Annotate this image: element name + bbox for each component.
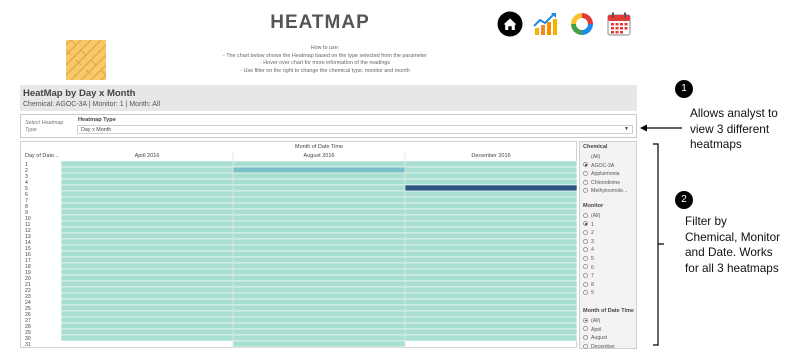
callout-line: for all 3 heatmaps [685, 260, 779, 275]
callout-line: Chemical, Monitor [685, 229, 781, 244]
callout-line: and Date. Works [685, 245, 773, 259]
annotation-overlay [640, 124, 682, 346]
callout-1-text: Allows analyst to view 3 different heatm… [690, 106, 778, 153]
callout-line: heatmaps [690, 137, 742, 151]
callout-line: view 3 different [690, 121, 770, 136]
callout-bracket [653, 143, 664, 346]
callout-2-text: Filter by Chemical, Monitor and Date. Wo… [685, 214, 780, 276]
callout-1-badge: 1 [675, 80, 693, 98]
dashboard: HEATMAP How to use: - The chart below sh… [0, 0, 800, 360]
callout-2-badge: 2 [675, 191, 693, 209]
callout-line: Filter by [685, 214, 727, 228]
callout-arrowhead [640, 124, 647, 132]
callout-line: Allows analyst to [690, 106, 778, 120]
